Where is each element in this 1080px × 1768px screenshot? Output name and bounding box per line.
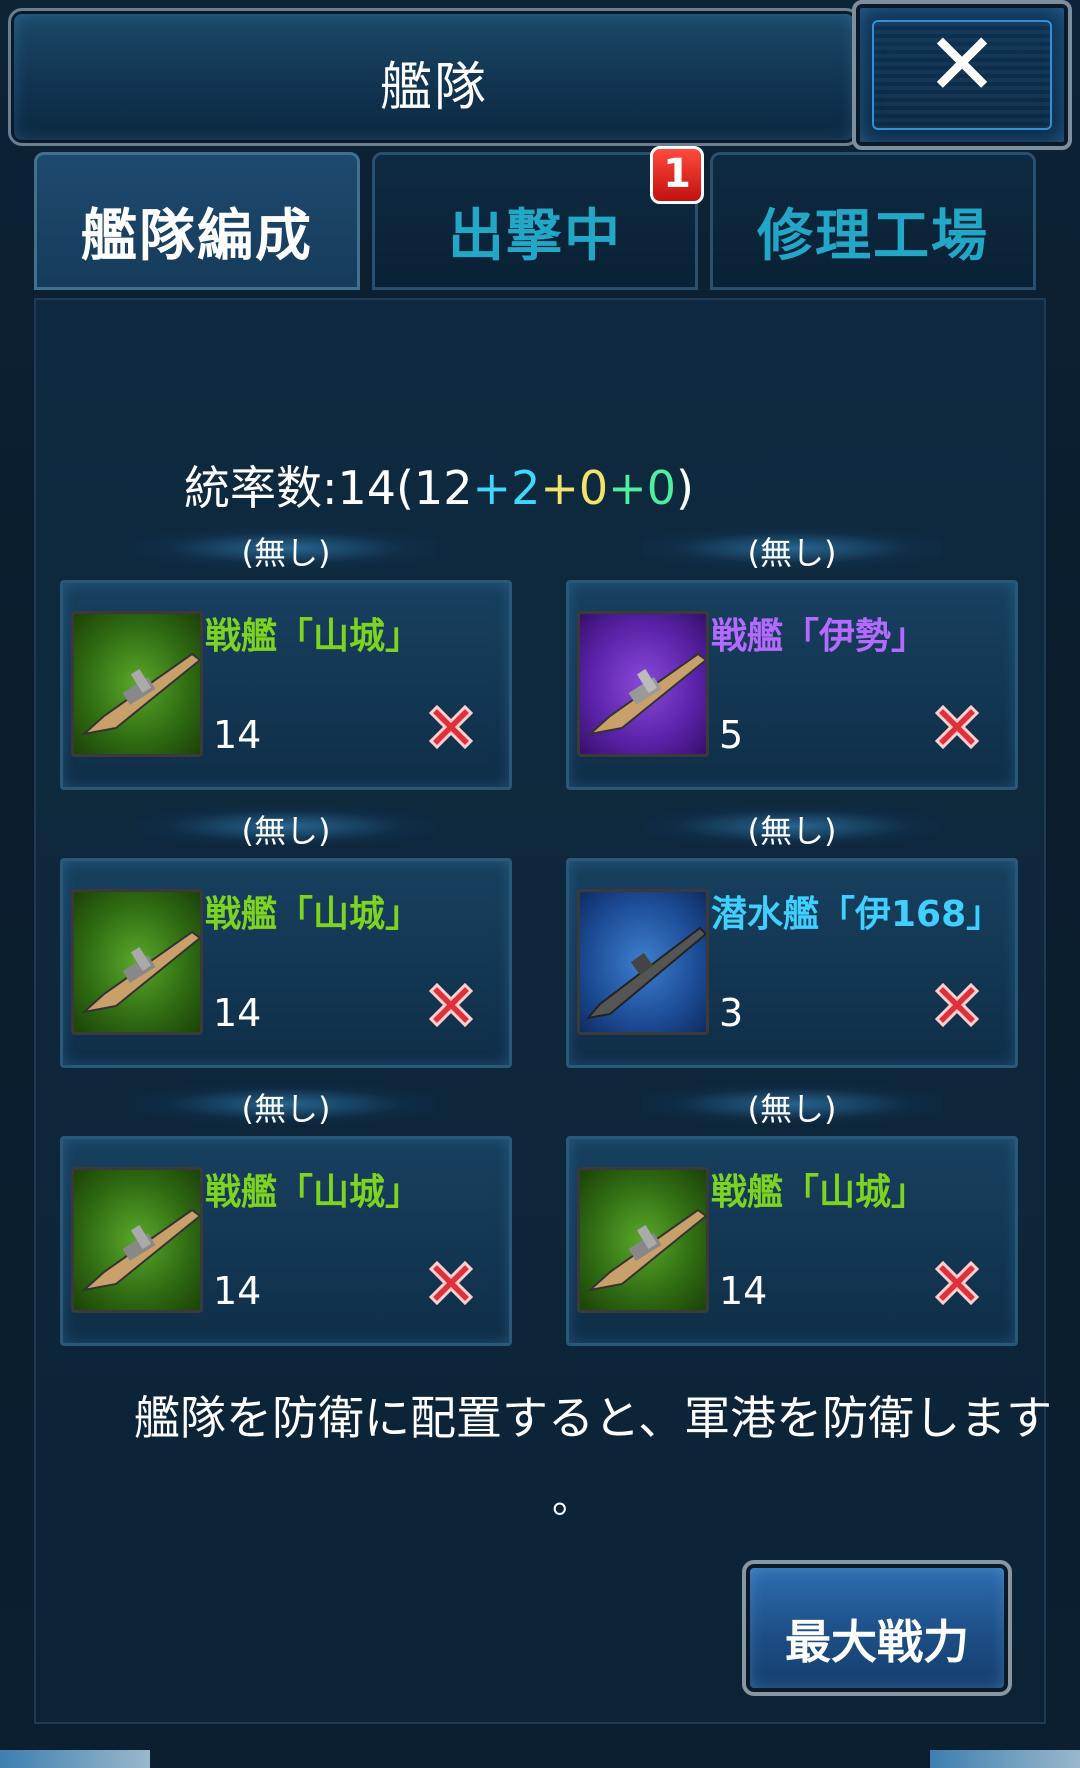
defense-notice-period: 。: [552, 1476, 592, 1522]
fleet-slot-2[interactable]: 戦艦「伊勢」 5: [566, 580, 1018, 790]
ship-level: 14: [719, 1269, 768, 1313]
remove-icon[interactable]: [929, 699, 985, 755]
tab-repair-dock[interactable]: 修理工場: [710, 152, 1036, 290]
bottom-left-trim: [0, 1750, 150, 1768]
max-power-button[interactable]: 最大戦力: [742, 1560, 1012, 1696]
tab-label: 修理工場: [757, 204, 989, 269]
command-base: 12: [413, 461, 473, 515]
command-prefix: 統率数:14(: [184, 461, 414, 515]
slot-label: (無し): [642, 806, 942, 850]
tab-label: 艦隊編成: [81, 204, 313, 269]
ship-name: 戦艦「山城」: [711, 1172, 928, 1213]
close-icon: ✕: [925, 15, 999, 115]
command-bonus-1: +2: [472, 461, 541, 515]
ship-name: 戦艦「山城」: [205, 1172, 422, 1213]
fleet-window: 艦隊 ✕ 艦隊編成 出撃中 1 修理工場 統率数:14(12+2+0+0) (無…: [0, 0, 1080, 1768]
battleship-icon: [80, 652, 200, 736]
ship-thumbnail: [71, 611, 203, 757]
ship-thumbnail: [71, 1167, 203, 1313]
remove-icon[interactable]: [423, 977, 479, 1033]
ship-name: 潜水艦「伊168」: [711, 894, 1003, 935]
battleship-icon: [586, 652, 706, 736]
battleship-icon: [80, 1208, 200, 1292]
ship-thumbnail: [577, 1167, 709, 1313]
fleet-slot-6[interactable]: 戦艦「山城」 14: [566, 1136, 1018, 1346]
command-count: 統率数:14(12+2+0+0): [184, 452, 694, 518]
remove-icon[interactable]: [929, 1255, 985, 1311]
command-bonus-2: +0: [540, 461, 609, 515]
notification-badge: 1: [650, 146, 704, 204]
tab-fleet-formation[interactable]: 艦隊編成: [34, 152, 360, 290]
ship-name: 戦艦「山城」: [205, 894, 422, 935]
command-bonus-3: +0: [608, 461, 676, 515]
slot-label: (無し): [642, 1084, 942, 1128]
ship-level: 3: [719, 991, 744, 1035]
slot-label: (無し): [136, 528, 436, 572]
remove-icon[interactable]: [423, 699, 479, 755]
page-title: 艦隊: [379, 58, 488, 118]
ship-thumbnail: [577, 889, 709, 1035]
ship-thumbnail: [71, 889, 203, 1035]
bottom-right-trim: [930, 1750, 1080, 1768]
battleship-icon: [80, 930, 200, 1014]
max-power-label: 最大戦力: [785, 1615, 969, 1669]
close-button[interactable]: ✕: [852, 0, 1072, 150]
ship-level: 5: [719, 713, 744, 757]
title-bar: 艦隊: [8, 8, 860, 146]
ship-thumbnail: [577, 611, 709, 757]
defense-notice: 艦隊を防衛に配置すると、軍港を防衛します: [134, 1391, 1053, 1445]
submarine-icon: [585, 926, 706, 1020]
tab-label: 出撃中: [448, 204, 622, 269]
fleet-slot-5[interactable]: 戦艦「山城」 14: [60, 1136, 512, 1346]
remove-icon[interactable]: [929, 977, 985, 1033]
slot-label: (無し): [642, 528, 942, 572]
ship-name: 戦艦「山城」: [205, 616, 422, 657]
slot-label: (無し): [136, 806, 436, 850]
slot-label: (無し): [136, 1084, 436, 1128]
fleet-slot-4[interactable]: 潜水艦「伊168」 3: [566, 858, 1018, 1068]
ship-level: 14: [213, 1269, 262, 1313]
ship-level: 14: [213, 713, 262, 757]
command-suffix: ): [675, 461, 694, 515]
battleship-icon: [586, 1208, 706, 1292]
fleet-slot-1[interactable]: 戦艦「山城」 14: [60, 580, 512, 790]
remove-icon[interactable]: [423, 1255, 479, 1311]
ship-name: 戦艦「伊勢」: [711, 616, 928, 657]
fleet-slot-3[interactable]: 戦艦「山城」 14: [60, 858, 512, 1068]
ship-level: 14: [213, 991, 262, 1035]
